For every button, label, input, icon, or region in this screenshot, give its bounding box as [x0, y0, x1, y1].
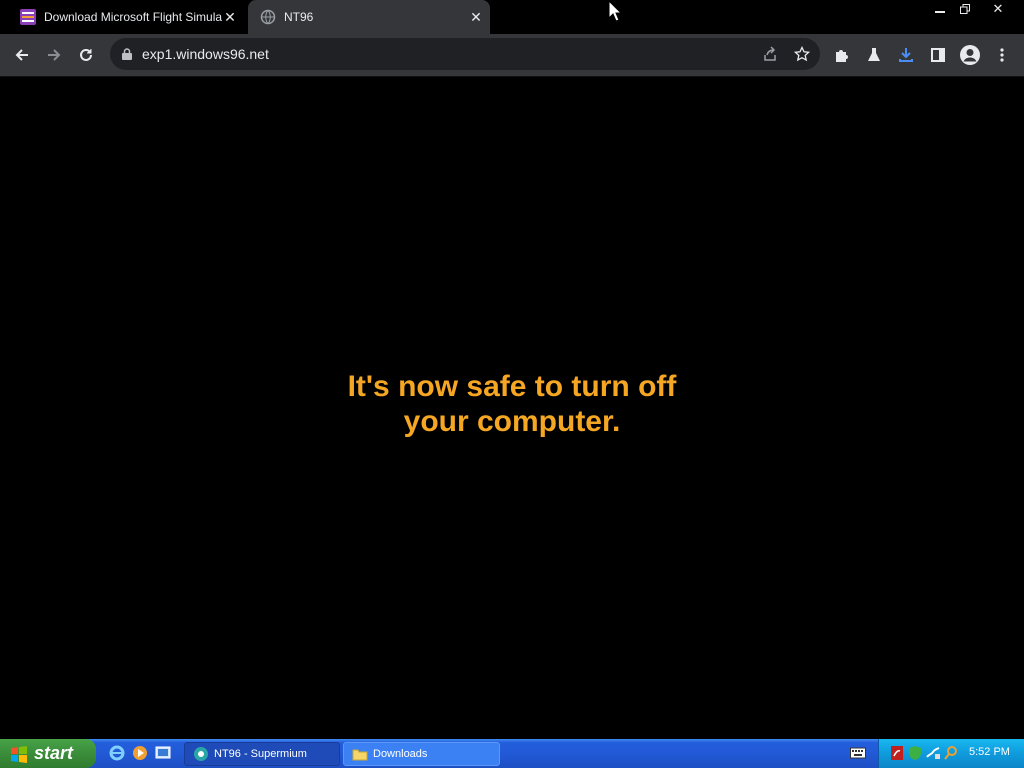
close-icon: ✕	[992, 1, 1004, 17]
side-panel-icon	[931, 48, 945, 62]
minimize-icon	[935, 11, 945, 13]
forward-button[interactable]	[38, 39, 70, 71]
task-label: NT96 - Supermium	[214, 748, 307, 760]
restore-icon	[960, 4, 970, 14]
pdf-icon[interactable]	[889, 745, 905, 761]
flask-icon	[868, 48, 880, 61]
media-player-icon[interactable]	[131, 744, 149, 762]
task-supermium[interactable]: NT96 - Supermium	[184, 742, 340, 766]
start-label: start	[34, 743, 74, 763]
kebab-menu-icon	[1000, 48, 1004, 62]
supermium-icon	[194, 747, 208, 761]
tab-nt96[interactable]: NT96 ✕	[248, 0, 490, 34]
extensions-button[interactable]	[826, 39, 858, 71]
shutdown-message: It's now safe to turn off your computer.	[0, 369, 1024, 439]
close-window-button[interactable]: ✕	[986, 0, 1010, 18]
internet-explorer-icon[interactable]	[108, 744, 126, 762]
message-line-2: your computer.	[403, 405, 621, 438]
network-icon[interactable]	[925, 745, 941, 761]
search-magnifier-icon[interactable]	[943, 745, 959, 761]
profile-button[interactable]	[954, 39, 986, 71]
arrow-left-icon	[15, 49, 28, 61]
show-desktop-icon[interactable]	[154, 744, 172, 762]
side-panel-button[interactable]	[922, 39, 954, 71]
tab-flight-simulator[interactable]: Download Microsoft Flight Simulator ✕	[8, 0, 244, 34]
clock: 5:52 PM	[969, 746, 1010, 758]
keyboard-icon[interactable]	[850, 746, 866, 760]
globe-icon	[260, 9, 276, 25]
download-icon	[899, 48, 913, 62]
reload-icon	[80, 48, 92, 61]
windows-flag-icon	[11, 745, 27, 763]
message-line-1: It's now safe to turn off	[347, 370, 677, 403]
lock-icon	[122, 48, 132, 60]
close-tab-icon[interactable]: ✕	[468, 9, 484, 25]
menu-button[interactable]	[986, 39, 1018, 71]
browser-toolbar: exp1.windows96.net	[0, 34, 1024, 76]
security-shield-icon[interactable]	[907, 745, 923, 761]
taskbar: start NT96 - Supermium Downloads 5:52 PM	[0, 739, 1024, 768]
tab-title: Download Microsoft Flight Simulator	[44, 10, 222, 24]
site-favicon-icon	[20, 9, 36, 25]
close-tab-icon[interactable]: ✕	[222, 9, 238, 25]
system-tray: 5:52 PM	[878, 739, 1024, 768]
downloads-button[interactable]	[890, 39, 922, 71]
back-button[interactable]	[6, 39, 38, 71]
avatar-icon	[960, 45, 980, 65]
labs-button[interactable]	[858, 39, 890, 71]
start-button[interactable]: start	[0, 739, 96, 768]
page-content: It's now safe to turn off your computer.	[0, 77, 1024, 739]
task-label: Downloads	[373, 748, 428, 760]
tab-strip: Download Microsoft Flight Simulator ✕ NT…	[0, 0, 1024, 34]
mouse-cursor-icon	[608, 0, 622, 22]
url-text: exp1.windows96.net	[142, 46, 269, 62]
tab-title: NT96	[284, 10, 314, 24]
folder-icon	[352, 749, 368, 761]
restore-window-button[interactable]	[953, 0, 977, 18]
minimize-window-button[interactable]	[928, 0, 952, 18]
address-bar[interactable]: exp1.windows96.net	[110, 38, 820, 70]
task-downloads[interactable]: Downloads	[343, 742, 500, 766]
share-icon[interactable]	[762, 46, 778, 62]
bookmark-star-icon[interactable]	[794, 46, 810, 62]
reload-button[interactable]	[70, 39, 102, 71]
puzzle-icon	[836, 50, 848, 62]
arrow-right-icon	[48, 49, 61, 61]
